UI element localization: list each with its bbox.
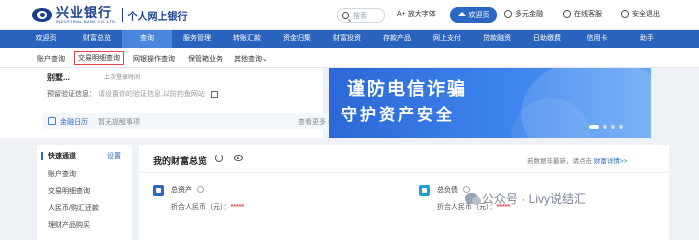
banner-subline: 守护资产安全 — [341, 107, 456, 124]
total-assets-label: 总资产 — [171, 187, 192, 194]
title-accent-bar — [41, 152, 43, 160]
chevron-down-icon: ⌄ — [262, 56, 268, 63]
nav-item-assistant[interactable]: 助手 — [622, 30, 672, 48]
total-assets-icon — [153, 185, 164, 196]
wealth-detail-link[interactable]: 财富详情>> — [594, 158, 628, 165]
subnav-safe-box[interactable]: 保管箱业务 — [188, 54, 223, 64]
help-icon[interactable] — [197, 186, 204, 193]
verify-label: 预留验证信息： — [47, 91, 96, 98]
subnav-transaction-detail[interactable]: 交易明细查询 — [74, 51, 124, 65]
logo-divider — [121, 8, 123, 22]
multi-currency-link[interactable]: 多元金融 — [504, 9, 543, 19]
search-icon — [342, 12, 349, 19]
nav-item-welcome[interactable]: 欢迎页 — [20, 30, 72, 48]
quick-access-title: 快速通道 — [48, 153, 76, 160]
wechat-icon — [465, 193, 481, 205]
total-liabilities-icon — [419, 185, 430, 196]
calendar-icon — [48, 117, 56, 125]
fraud-warning-banner[interactable]: 谨防电信诈骗 守护资产安全 — [329, 68, 651, 138]
finance-calendar-link[interactable]: 金融日历 — [60, 117, 88, 127]
main-nav: 欢迎页 财富总览 查询 服务管理 转账汇款 资金归集 财富投资 存款产品 网上支… — [0, 30, 699, 48]
carousel-dots — [589, 125, 623, 129]
nav-item-credit-card[interactable]: 信用卡 — [572, 30, 622, 48]
nav-item-investment[interactable]: 财富投资 — [322, 30, 372, 48]
online-service-link[interactable]: 在线客服 — [563, 9, 602, 19]
divider — [139, 172, 669, 173]
wealth-overview-panel: 我的财富总览 若数据非最新，请点击 财富详情>> 总资产 折合人民币（元）：**… — [139, 145, 669, 240]
carousel-dot[interactable] — [589, 125, 599, 129]
logo-cn-name: 兴业银行 — [56, 5, 113, 20]
quick-item-account-query[interactable]: 账户查询 — [48, 169, 76, 179]
service-icon — [563, 10, 571, 18]
banner-headline: 谨防电信诈骗 — [347, 79, 467, 99]
subnav-account-query[interactable]: 账户查询 — [37, 54, 65, 64]
font-size-toggle[interactable]: A+ 放大字体 — [397, 9, 436, 19]
bank-logo-icon — [32, 8, 52, 22]
home-icon — [457, 12, 466, 16]
overview-hint: 若数据非最新，请点击 财富详情>> — [527, 158, 628, 165]
total-liabilities-label: 总负债 — [437, 187, 458, 194]
carousel-dot[interactable] — [611, 125, 615, 129]
overview-title: 我的财富总览 — [153, 156, 208, 166]
total-assets-value: 折合人民币（元）：***** — [171, 204, 245, 211]
view-more-link[interactable]: 查看更多 › — [298, 117, 330, 127]
quick-access-settings-link[interactable]: 设置 — [107, 151, 121, 161]
reminder-bar: 金融日历 暂无提醒事项 查看更多 › — [43, 113, 337, 129]
quick-access-panel: 快速通道 设置 账户查询 交易明细查询 人民币/购汇还款 理财产品购买 — [37, 145, 132, 240]
bank-page: 兴业银行 INDUSTRIAL BANK CO.,LTD. 个人网上银行 搜索 … — [0, 0, 699, 240]
power-icon — [621, 10, 629, 18]
nav-item-query[interactable]: 查询 — [122, 30, 172, 48]
nav-item-wealth-overview[interactable]: 财富总览 — [72, 30, 122, 48]
pending-text: 暂无提醒事项 — [98, 119, 140, 126]
quick-item-rmb-repay[interactable]: 人民币/购汇还款 — [48, 203, 99, 213]
nav-item-transfer[interactable]: 转账汇款 — [222, 30, 272, 48]
last-login: 上次登录时间 — [104, 75, 141, 81]
nav-item-service[interactable]: 服务管理 — [172, 30, 222, 48]
quick-item-wealth-buy[interactable]: 理财产品购买 — [48, 220, 90, 230]
logout-link[interactable]: 安全退出 — [621, 9, 660, 19]
carousel-dot[interactable] — [603, 125, 607, 129]
refresh-icon[interactable] — [215, 154, 223, 162]
verify-hint: 请设置你的验证信息,以防钓鱼网站 — [97, 91, 205, 98]
nav-item-loan[interactable]: 贷款融资 — [472, 30, 522, 48]
home-button-label: 欢迎页 — [468, 12, 490, 19]
sub-nav: 账户查询 交易明细查询 网银操作查询 保管箱业务 其他查询⌄ — [0, 48, 699, 68]
eye-icon[interactable] — [234, 155, 243, 161]
logo-subtitle: 个人网上银行 — [127, 11, 188, 23]
nav-item-deposit[interactable]: 存款产品 — [372, 30, 422, 48]
finance-icon — [504, 10, 512, 18]
search-input[interactable]: 搜索 — [337, 8, 385, 23]
verify-info: 预留验证信息： 请设置你的验证信息,以防钓鱼网站 — [47, 89, 218, 99]
home-button[interactable]: 欢迎页 — [450, 7, 497, 23]
bank-logo[interactable]: 兴业银行 INDUSTRIAL BANK CO.,LTD. 个人网上银行 — [32, 6, 188, 24]
user-info-panel: 别墅... 上次登录时间 预留验证信息： 请设置你的验证信息,以防钓鱼网站 金融… — [0, 68, 337, 138]
edit-icon[interactable] — [210, 90, 218, 98]
logo-en-name: INDUSTRIAL BANK CO.,LTD. — [56, 19, 117, 24]
nav-item-bill-pay[interactable]: 日助缴费 — [522, 30, 572, 48]
subnav-other[interactable]: 其他查询⌄ — [234, 54, 268, 64]
user-greeting: 别墅... — [47, 73, 70, 82]
watermark: 公众号 · Livy说结汇 — [465, 190, 586, 207]
top-header: 兴业银行 INDUSTRIAL BANK CO.,LTD. 个人网上银行 搜索 … — [0, 0, 699, 30]
search-placeholder: 搜索 — [353, 12, 367, 20]
nav-item-fund-collection[interactable]: 资金归集 — [272, 30, 322, 48]
carousel-dot[interactable] — [619, 125, 623, 129]
nav-item-online-pay[interactable]: 网上支付 — [422, 30, 472, 48]
subnav-ebank-ops[interactable]: 网银操作查询 — [133, 54, 175, 64]
quick-item-transaction-detail[interactable]: 交易明细查询 — [48, 186, 90, 196]
